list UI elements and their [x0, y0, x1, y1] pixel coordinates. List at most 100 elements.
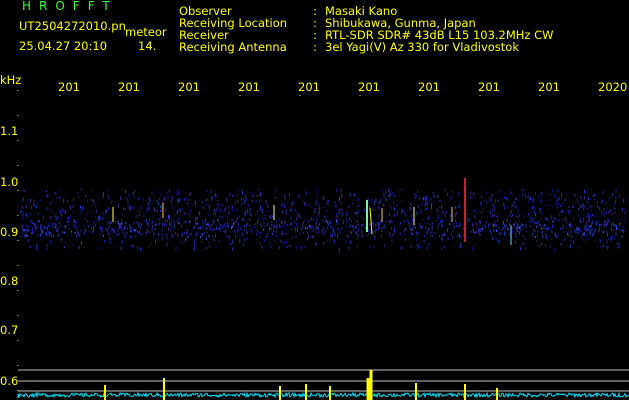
noise-dot: [349, 218, 351, 221]
noise-dot: [568, 210, 569, 214]
noise-dot: [385, 220, 387, 223]
noise-dot: [25, 229, 27, 233]
noise-dot: [23, 224, 25, 227]
noise-dot: [67, 200, 69, 202]
noise-dot: [403, 229, 405, 233]
noise-dot: [132, 206, 134, 209]
noise-dot: [391, 227, 393, 230]
noise-dot: [618, 194, 620, 198]
noise-dot: [58, 189, 60, 192]
noise-dot: [55, 192, 57, 194]
noise-dot: [21, 226, 23, 229]
noise-dot: [101, 230, 103, 233]
noise-dot: [31, 222, 33, 224]
noise-dot: [139, 211, 140, 213]
noise-dot: [443, 212, 445, 215]
noise-dot: [160, 193, 162, 196]
noise-dot: [540, 193, 542, 197]
noise-dot: [475, 231, 477, 234]
noise-dot: [242, 243, 244, 245]
noise-dot: [153, 230, 155, 235]
noise-dot: [515, 197, 517, 201]
noise-dot: [146, 231, 147, 234]
noise-dot: [530, 194, 532, 199]
noise-dot: [108, 233, 110, 236]
noise-dot: [600, 202, 602, 204]
noise-dot: [249, 217, 251, 221]
noise-dot: [290, 216, 292, 220]
noise-dot: [388, 189, 390, 192]
noise-dot: [209, 225, 211, 227]
noise-dot: [404, 212, 406, 215]
noise-dot: [501, 228, 503, 231]
noise-dot: [318, 227, 320, 230]
noise-dot: [598, 223, 600, 226]
noise-dot: [587, 200, 589, 205]
noise-dot: [471, 246, 473, 251]
noise-dot: [578, 200, 580, 204]
noise-dot: [289, 208, 291, 210]
noise-dot: [410, 231, 412, 234]
noise-dot: [523, 227, 525, 229]
noise-dot: [75, 224, 77, 227]
noise-dot: [142, 232, 144, 235]
noise-dot: [490, 216, 492, 218]
noise-dot: [208, 204, 210, 209]
noise-dot: [243, 217, 245, 220]
noise-dot: [428, 228, 429, 231]
noise-dot: [613, 224, 615, 227]
noise-dot: [283, 194, 285, 197]
noise-dot: [547, 208, 549, 210]
noise-dot: [582, 238, 584, 241]
noise-dot: [256, 210, 258, 212]
noise-dot: [494, 206, 495, 208]
noise-dot: [388, 194, 390, 197]
noise-dot: [158, 233, 160, 236]
noise-dot: [606, 201, 608, 203]
noise-dot: [282, 230, 284, 233]
noise-dot: [128, 193, 130, 198]
noise-dot: [404, 219, 406, 223]
noise-dot: [266, 233, 268, 236]
noise-dot: [513, 201, 515, 204]
noise-dot: [554, 194, 556, 198]
noise-dot: [81, 241, 82, 245]
noise-dot: [35, 205, 37, 209]
noise-dot: [81, 207, 83, 211]
noise-dot: [259, 242, 261, 245]
noise-dot: [30, 212, 32, 216]
noise-dot: [279, 225, 281, 228]
noise-dot: [270, 245, 272, 249]
noise-dot: [228, 205, 230, 208]
noise-dot: [21, 210, 23, 213]
noise-dot: [397, 211, 399, 213]
noise-dot: [165, 233, 167, 236]
noise-dot: [342, 222, 344, 225]
noise-dot: [137, 246, 139, 250]
noise-dot: [558, 232, 560, 236]
noise-dot: [514, 240, 516, 244]
noise-dot: [323, 206, 325, 209]
noise-dot: [418, 205, 420, 208]
noise-dot: [218, 219, 220, 221]
noise-dot: [334, 233, 336, 236]
noise-dot: [516, 198, 518, 200]
noise-dot: [260, 192, 262, 196]
noise-dot: [179, 208, 181, 212]
noise-dot: [121, 222, 123, 225]
noise-dot: [180, 208, 182, 212]
noise-dot: [564, 230, 566, 233]
noise-dot: [227, 221, 228, 225]
noise-dot: [120, 246, 122, 250]
noise-dot: [618, 219, 620, 221]
noise-dot: [207, 214, 209, 216]
noise-dot: [183, 220, 185, 224]
noise-dot: [412, 218, 414, 222]
noise-dot: [330, 233, 332, 236]
noise-dot: [351, 231, 353, 234]
noise-dot: [56, 217, 58, 219]
noise-dot: [510, 210, 512, 213]
noise-dot: [596, 223, 598, 226]
noise-dot: [32, 232, 34, 235]
noise-dot: [506, 196, 508, 200]
